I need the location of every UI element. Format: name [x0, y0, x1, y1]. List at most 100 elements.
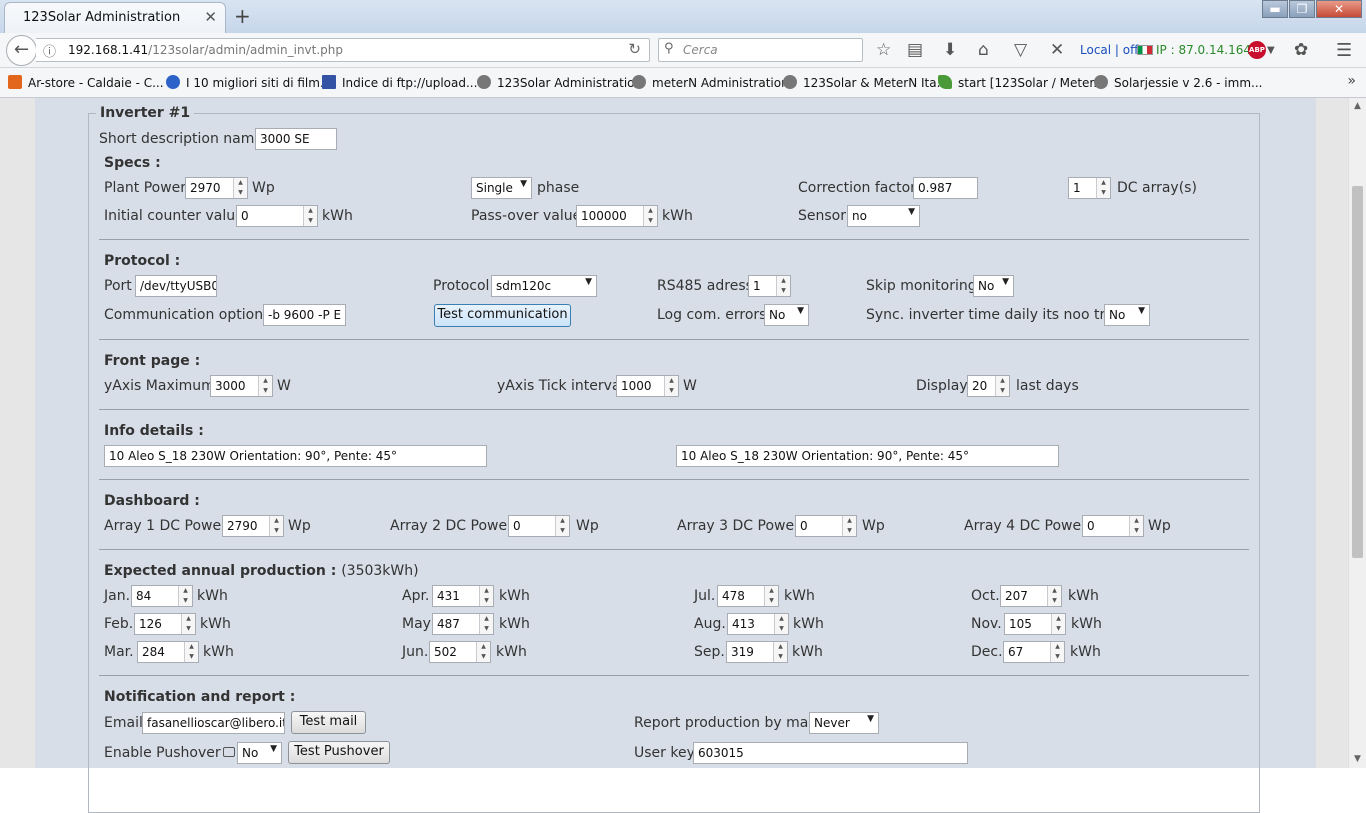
- month-input-dec[interactable]: 67 ▲ ▼: [1003, 641, 1065, 663]
- display-days-input[interactable]: 20 ▲ ▼: [967, 375, 1010, 397]
- bookmark-item[interactable]: start [123Solar / Meter...: [938, 75, 1105, 90]
- initial-counter-input[interactable]: 0 ▲ ▼: [236, 205, 318, 227]
- array2-input[interactable]: 0 ▲ ▼: [508, 515, 570, 537]
- address-bar[interactable]: ⓘ 192.168.1.41/123solar/admin/admin_invt…: [36, 38, 650, 62]
- info-icon[interactable]: ⓘ: [43, 41, 56, 60]
- spinner-arrows[interactable]: ▲ ▼: [776, 276, 790, 296]
- spinner-arrows[interactable]: ▲ ▼: [764, 586, 778, 606]
- dc-arrays-input[interactable]: 1 ▲ ▼: [1068, 177, 1111, 199]
- report-production-select[interactable]: Never ▼: [809, 712, 879, 734]
- bookmark-star-icon[interactable]: ☆: [876, 40, 891, 60]
- array3-input[interactable]: 0 ▲ ▼: [795, 515, 857, 537]
- info-details-left-input[interactable]: 10 Aleo S_18 230W Orientation: 90°, Pent…: [104, 445, 487, 467]
- month-input-jul[interactable]: 478 ▲ ▼: [717, 585, 779, 607]
- bookmark-item[interactable]: Solarjessie v 2.6 - imm...: [1094, 75, 1262, 90]
- bookmark-item[interactable]: 123Solar & MeterN Ita...: [783, 75, 948, 90]
- month-input-may[interactable]: 487 ▲ ▼: [432, 613, 494, 635]
- spinner-arrows[interactable]: ▲ ▼: [258, 376, 272, 396]
- reading-list-icon[interactable]: ▤: [907, 40, 923, 60]
- pocket-icon[interactable]: ▽: [1014, 40, 1027, 60]
- spinner-arrows[interactable]: ▲ ▼: [303, 206, 317, 226]
- spinner-arrows[interactable]: ▲ ▼: [1129, 516, 1143, 536]
- vertical-scrollbar[interactable]: ▲ ▼: [1348, 98, 1366, 768]
- scroll-up-icon[interactable]: ▲: [1349, 98, 1366, 115]
- reload-icon[interactable]: ↻: [628, 40, 641, 58]
- spinner-arrows[interactable]: ▲ ▼: [1047, 586, 1061, 606]
- puzzle-extension-icon[interactable]: ✿: [1294, 40, 1308, 60]
- help-icon[interactable]: [222, 747, 235, 757]
- bookmarks-overflow-icon[interactable]: »: [1347, 73, 1356, 89]
- tab-close-icon[interactable]: ✕: [204, 8, 217, 26]
- log-errors-select[interactable]: No ▼: [764, 304, 809, 326]
- month-input-mar[interactable]: 284 ▲ ▼: [137, 641, 199, 663]
- bookmark-item[interactable]: meterN Administration: [632, 75, 789, 90]
- sync-time-select[interactable]: No ▼: [1104, 304, 1150, 326]
- month-input-feb[interactable]: 126 ▲ ▼: [134, 613, 196, 635]
- skip-monitoring-select[interactable]: No ▼: [973, 275, 1014, 297]
- spinner-arrows[interactable]: ▲ ▼: [995, 376, 1009, 396]
- month-input-sep[interactable]: 319 ▲ ▼: [726, 641, 788, 663]
- bookmark-item[interactable]: I 10 migliori siti di film...: [166, 75, 331, 90]
- spinner-arrows[interactable]: ▲ ▼: [664, 376, 678, 396]
- extension-status[interactable]: Local | off: [1080, 43, 1138, 57]
- spinner-arrows[interactable]: ▲ ▼: [269, 516, 283, 536]
- window-maximize-button[interactable]: ❐: [1289, 0, 1315, 18]
- spinner-arrows[interactable]: ▲ ▼: [181, 614, 195, 634]
- spinner-arrows[interactable]: ▲ ▼: [842, 516, 856, 536]
- menu-icon[interactable]: ☰: [1336, 40, 1352, 61]
- browser-tab[interactable]: 123Solar Administration ✕: [4, 2, 226, 33]
- sensor-select[interactable]: no ▼: [847, 205, 920, 227]
- scrollbar-thumb[interactable]: [1352, 186, 1363, 558]
- short-desc-input[interactable]: 3000 SE: [255, 128, 337, 150]
- month-input-nov[interactable]: 105 ▲ ▼: [1004, 613, 1066, 635]
- home-icon[interactable]: ⌂: [978, 40, 989, 60]
- test-pushover-button[interactable]: Test Pushover: [288, 741, 390, 764]
- scroll-down-icon[interactable]: ▼: [1349, 751, 1366, 768]
- info-details-right-input[interactable]: 10 Aleo S_18 230W Orientation: 90°, Pent…: [676, 445, 1059, 467]
- adblock-dropdown-icon[interactable]: ▼: [1267, 45, 1275, 56]
- month-input-oct[interactable]: 207 ▲ ▼: [1000, 585, 1062, 607]
- month-input-jan[interactable]: 84 ▲ ▼: [131, 585, 193, 607]
- phase-select[interactable]: Single ▼: [471, 177, 532, 199]
- month-input-jun[interactable]: 502 ▲ ▼: [429, 641, 491, 663]
- pushover-select[interactable]: No ▼: [237, 742, 282, 764]
- month-input-apr[interactable]: 431 ▲ ▼: [432, 585, 494, 607]
- back-button[interactable]: ←: [6, 35, 37, 66]
- search-input[interactable]: ⚲ Cerca: [658, 38, 863, 62]
- adblock-icon[interactable]: ABP: [1248, 41, 1266, 59]
- window-minimize-button[interactable]: ▬: [1262, 0, 1288, 18]
- array1-input[interactable]: 2790 ▲ ▼: [222, 515, 284, 537]
- email-input[interactable]: fasanellioscar@libero.it: [142, 712, 285, 734]
- spinner-arrows[interactable]: ▲ ▼: [555, 516, 569, 536]
- spinner-arrows[interactable]: ▲ ▼: [773, 642, 787, 662]
- bookmark-item[interactable]: Indice di ftp://upload...: [322, 75, 477, 90]
- spinner-arrows[interactable]: ▲ ▼: [476, 642, 490, 662]
- yaxis-max-input[interactable]: 3000 ▲ ▼: [210, 375, 273, 397]
- x-extension-icon[interactable]: ✕: [1050, 40, 1064, 60]
- port-input[interactable]: /dev/ttyUSB0: [135, 275, 217, 297]
- spinner-arrows[interactable]: ▲ ▼: [774, 614, 788, 634]
- user-key-input[interactable]: 603015: [693, 742, 968, 764]
- new-tab-button[interactable]: +: [234, 4, 251, 28]
- spinner-arrows[interactable]: ▲ ▼: [479, 614, 493, 634]
- extension-ip[interactable]: IP : 87.0.14.164: [1137, 43, 1251, 57]
- spinner-arrows[interactable]: ▲ ▼: [178, 586, 192, 606]
- window-close-button[interactable]: ✕: [1316, 0, 1362, 18]
- spinner-arrows[interactable]: ▲ ▼: [479, 586, 493, 606]
- rs485-input[interactable]: 1 ▲ ▼: [748, 275, 791, 297]
- bookmark-item[interactable]: 123Solar Administration: [477, 75, 642, 90]
- array4-input[interactable]: 0 ▲ ▼: [1082, 515, 1144, 537]
- month-input-aug[interactable]: 413 ▲ ▼: [727, 613, 789, 635]
- test-communication-button[interactable]: Test communication: [434, 304, 571, 327]
- downloads-icon[interactable]: ⬇: [943, 40, 957, 60]
- spinner-arrows[interactable]: ▲ ▼: [643, 206, 657, 226]
- spinner-arrows[interactable]: ▲ ▼: [1051, 614, 1065, 634]
- spinner-arrows[interactable]: ▲ ▼: [233, 178, 247, 198]
- test-mail-button[interactable]: Test mail: [291, 711, 366, 734]
- comm-options-input[interactable]: -b 9600 -P E -: [263, 304, 346, 326]
- spinner-arrows[interactable]: ▲ ▼: [184, 642, 198, 662]
- correction-input[interactable]: 0.987: [913, 177, 978, 199]
- passover-input[interactable]: 100000 ▲ ▼: [576, 205, 658, 227]
- spinner-arrows[interactable]: ▲ ▼: [1050, 642, 1064, 662]
- plant-power-input[interactable]: 2970 ▲ ▼: [185, 177, 248, 199]
